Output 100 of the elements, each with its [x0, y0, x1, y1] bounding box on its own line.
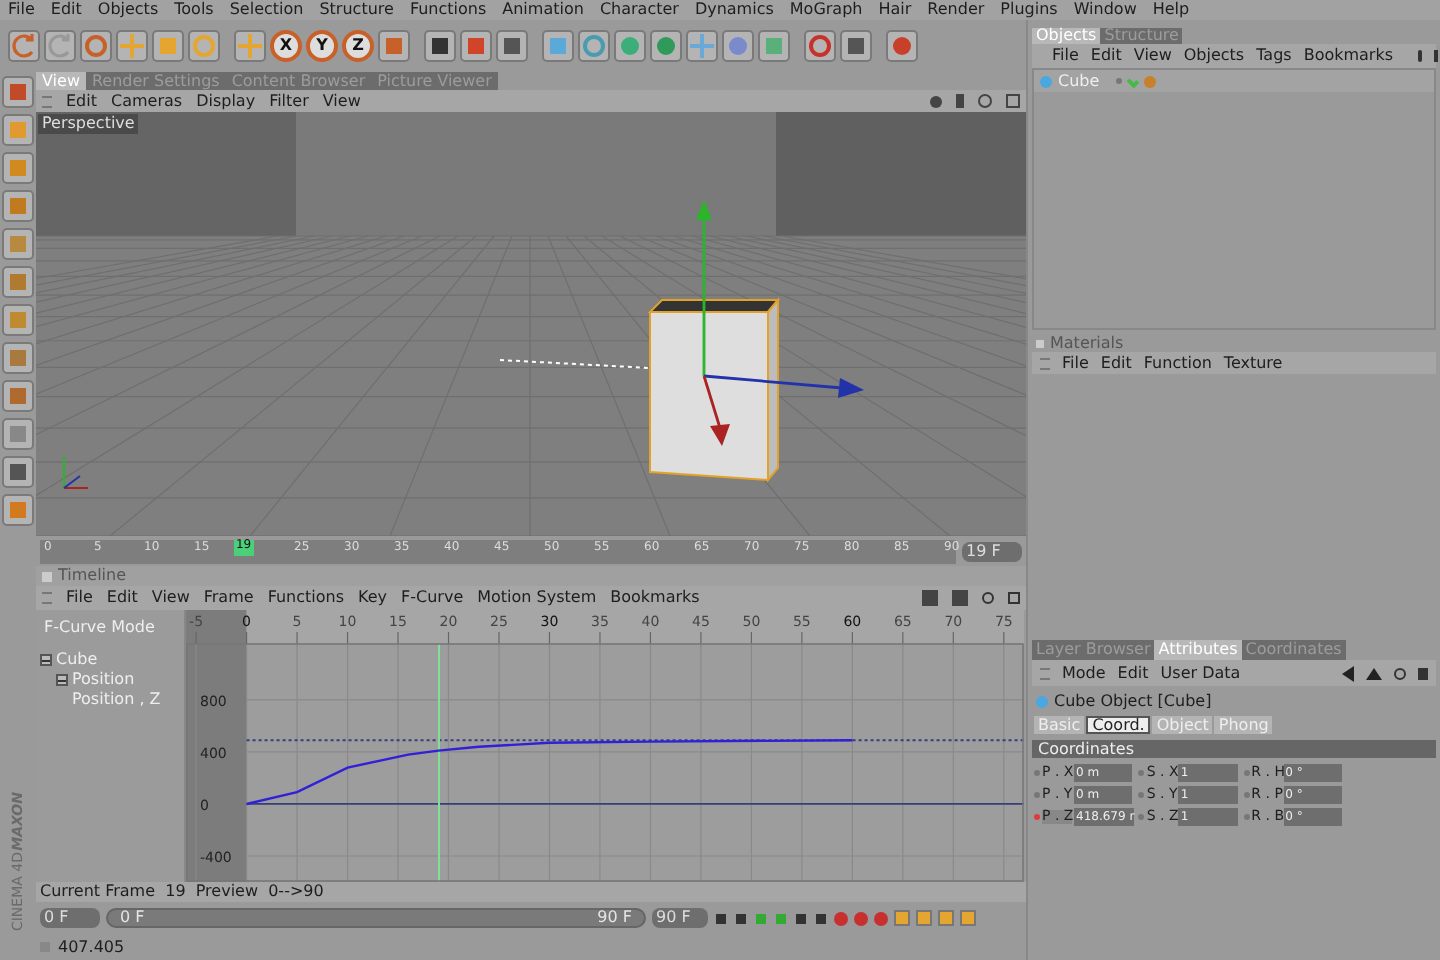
- menu-item[interactable]: Edit: [1117, 665, 1149, 681]
- menu-item[interactable]: Tags: [1256, 48, 1292, 64]
- menu-item[interactable]: Plugins: [1000, 2, 1058, 18]
- mode-icon[interactable]: [2, 190, 34, 222]
- x-axis-arrow[interactable]: [703, 374, 864, 398]
- redo-icon[interactable]: [44, 30, 76, 62]
- select-tool-icon[interactable]: [80, 30, 112, 62]
- menu-item[interactable]: Display: [196, 93, 256, 109]
- rotate-tool-icon[interactable]: [188, 30, 220, 62]
- undo-icon[interactable]: [8, 30, 40, 62]
- menu-item[interactable]: F-Curve: [401, 590, 464, 606]
- move-tool-icon[interactable]: [234, 30, 266, 62]
- menu-item[interactable]: View: [322, 93, 361, 109]
- menu-item[interactable]: File: [1062, 355, 1089, 371]
- menu-item[interactable]: Animation: [502, 2, 584, 18]
- attribute-tab[interactable]: Coord.: [1086, 716, 1151, 734]
- menu-item[interactable]: Hair: [878, 2, 912, 18]
- maximize-icon[interactable]: [1006, 94, 1020, 108]
- mode-icon[interactable]: [2, 228, 34, 260]
- grip-icon[interactable]: [42, 592, 52, 604]
- tag-icon[interactable]: [1144, 75, 1156, 87]
- mode-icon[interactable]: [2, 76, 34, 108]
- grip-icon[interactable]: [42, 95, 52, 107]
- menu-item[interactable]: Render: [927, 2, 985, 18]
- range-slider[interactable]: 0 F 90 F: [108, 910, 644, 926]
- lock-icon[interactable]: [1418, 667, 1428, 679]
- menu-item[interactable]: Dynamics: [694, 2, 774, 18]
- light-icon[interactable]: [758, 30, 790, 62]
- menu-item[interactable]: Window: [1073, 2, 1137, 18]
- end-frame-field[interactable]: 90 F: [652, 908, 708, 928]
- layout-icon[interactable]: [840, 30, 872, 62]
- frame-field[interactable]: 19 F: [962, 541, 1022, 561]
- menu-item[interactable]: Cameras: [111, 93, 183, 109]
- axis-lock-button[interactable]: Z: [342, 30, 374, 62]
- collapse-toggle[interactable]: [40, 654, 52, 666]
- script-icon[interactable]: [886, 30, 918, 62]
- spline-icon[interactable]: [578, 30, 610, 62]
- check-icon[interactable]: [1126, 74, 1140, 88]
- menu-item[interactable]: File: [1052, 48, 1079, 64]
- start-frame-field[interactable]: 0 F: [40, 908, 100, 928]
- menu-item[interactable]: Edit: [50, 2, 82, 18]
- move-tool-icon[interactable]: [116, 30, 148, 62]
- menu-item[interactable]: Tools: [174, 2, 214, 18]
- menu-item[interactable]: Functions: [267, 590, 345, 606]
- mode-icon[interactable]: [2, 456, 34, 488]
- menu-item[interactable]: File: [66, 590, 93, 606]
- menu-item[interactable]: Filter: [269, 93, 309, 109]
- menu-item[interactable]: Bookmarks: [1303, 48, 1394, 64]
- axis-lock-button[interactable]: Y: [306, 30, 338, 62]
- axis-lock-button[interactable]: X: [270, 30, 302, 62]
- menu-item[interactable]: Mode: [1062, 665, 1106, 681]
- scale-tool-icon[interactable]: [152, 30, 184, 62]
- menu-item[interactable]: File: [8, 2, 35, 18]
- menu-item[interactable]: Objects: [1183, 48, 1245, 64]
- up-arrow-icon[interactable]: [1366, 667, 1382, 679]
- menu-item[interactable]: Edit: [1100, 355, 1132, 371]
- render-view-icon[interactable]: [424, 30, 456, 62]
- mode-icon[interactable]: [2, 266, 34, 298]
- grip-icon[interactable]: [1040, 357, 1050, 369]
- scene-icon[interactable]: [722, 30, 754, 62]
- menu-item[interactable]: Bookmarks: [610, 590, 700, 606]
- mode-icon[interactable]: [2, 114, 34, 146]
- mode-icon[interactable]: [2, 152, 34, 184]
- menu-item[interactable]: Texture: [1223, 355, 1283, 371]
- menu-item[interactable]: MoGraph: [789, 2, 863, 18]
- menu-item[interactable]: Objects: [97, 2, 159, 18]
- menu-item[interactable]: View: [151, 590, 190, 606]
- back-arrow-icon[interactable]: [1342, 665, 1354, 681]
- grip-icon[interactable]: [1040, 667, 1050, 679]
- menu-item[interactable]: Character: [599, 2, 679, 18]
- collapse-toggle[interactable]: [56, 674, 68, 686]
- menu-item[interactable]: Edit: [1090, 48, 1122, 64]
- menu-item[interactable]: Structure: [319, 2, 394, 18]
- menu-item[interactable]: View: [1133, 48, 1172, 64]
- z-axis-arrow[interactable]: [702, 375, 730, 446]
- deformer-icon[interactable]: [686, 30, 718, 62]
- help-icon[interactable]: [804, 30, 836, 62]
- menu-item[interactable]: Functions: [409, 2, 487, 18]
- mode-icon[interactable]: [2, 304, 34, 336]
- y-axis-arrow[interactable]: [696, 200, 712, 376]
- mode-icon[interactable]: [2, 380, 34, 412]
- menu-item[interactable]: Frame: [203, 590, 254, 606]
- mode-icon[interactable]: [2, 342, 34, 374]
- menu-item[interactable]: Selection: [229, 2, 304, 18]
- menu-item[interactable]: Help: [1152, 2, 1190, 18]
- menu-item[interactable]: Function: [1143, 355, 1212, 371]
- array-icon[interactable]: [650, 30, 682, 62]
- viewport-scene[interactable]: [36, 112, 1026, 536]
- cube-icon[interactable]: [542, 30, 574, 62]
- menu-item[interactable]: Edit: [66, 93, 97, 109]
- menu-item[interactable]: Key: [358, 590, 388, 606]
- coordinate-system-icon[interactable]: [378, 30, 410, 62]
- rotate-view-icon[interactable]: [978, 94, 992, 108]
- menu-item[interactable]: User Data: [1160, 665, 1241, 681]
- mode-icon[interactable]: [2, 494, 34, 526]
- mode-icon[interactable]: [2, 418, 34, 450]
- move-view-icon[interactable]: [930, 95, 942, 107]
- render-settings-icon[interactable]: [496, 30, 528, 62]
- menu-item[interactable]: Motion System: [477, 590, 597, 606]
- nurbs-icon[interactable]: [614, 30, 646, 62]
